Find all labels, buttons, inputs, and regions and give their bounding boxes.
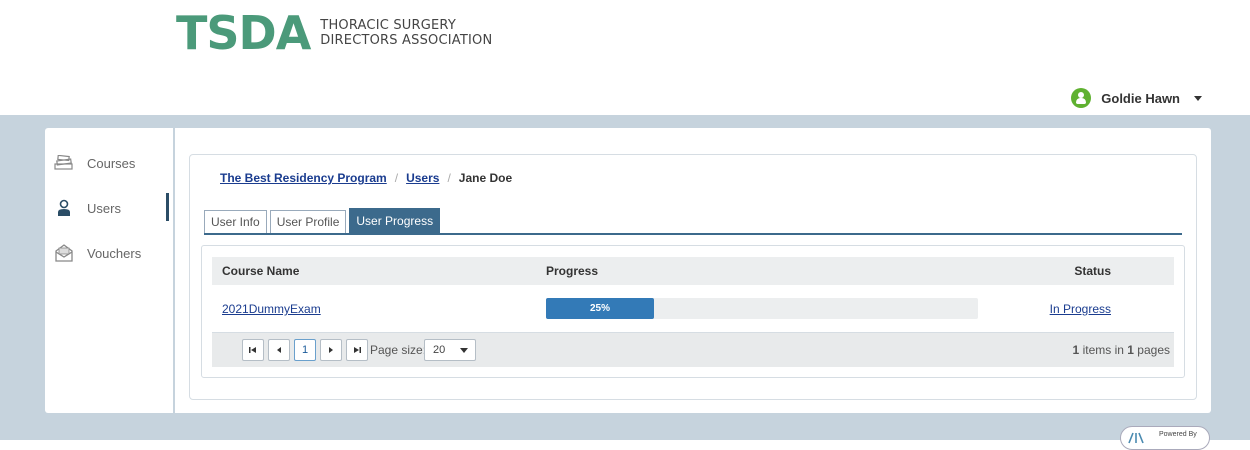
pager-info: 1 items in 1 pages xyxy=(1073,343,1170,357)
pager-item-count: 1 xyxy=(1072,343,1080,357)
pager-info-end: pages xyxy=(1137,343,1170,357)
user-avatar-icon xyxy=(1071,88,1092,108)
page-size-value: 20 xyxy=(433,344,446,356)
sidebar-item-label: Courses xyxy=(87,155,136,171)
table-row: 2021DummyExam 25% In Progress xyxy=(212,286,1174,331)
logo-subtitle-line1: THORACIC SURGERY xyxy=(320,18,456,33)
sidebar-item-label: Users xyxy=(87,200,121,216)
sidebar: Courses Users Vouchers xyxy=(45,128,173,413)
chevron-down-icon xyxy=(460,348,468,353)
progress-bar: 25% xyxy=(546,298,978,319)
sidebar-item-courses[interactable]: Courses xyxy=(45,148,173,178)
powered-by-logo-icon xyxy=(1128,432,1144,444)
user-menu[interactable]: Goldie Hawn xyxy=(1071,88,1202,108)
prev-page-button[interactable] xyxy=(268,339,290,361)
pager-info-mid: items in xyxy=(1082,343,1124,357)
logo-text: TSDA xyxy=(176,6,311,60)
page-size-label: Page size: xyxy=(370,343,427,357)
active-indicator xyxy=(166,193,169,221)
user-detail-card: The Best Residency Program / Users / Jan… xyxy=(189,154,1197,400)
first-page-button[interactable] xyxy=(242,339,264,361)
sidebar-item-users[interactable]: Users xyxy=(45,193,173,223)
chevron-down-icon xyxy=(1194,95,1202,101)
last-page-icon xyxy=(354,347,361,353)
next-page-button[interactable] xyxy=(320,339,342,361)
tab-underline xyxy=(204,233,1182,235)
logo-subtitle-line2: DIRECTORS ASSOCIATION xyxy=(320,33,493,48)
progress-fill: 25% xyxy=(546,298,654,319)
grid-header: Course Name Progress Status xyxy=(212,257,1174,285)
logo-subtitle: THORACIC SURGERY DIRECTORS ASSOCIATION xyxy=(320,18,492,48)
books-icon xyxy=(53,154,75,172)
voucher-envelope-icon xyxy=(53,244,75,262)
breadcrumb-program-link[interactable]: The Best Residency Program xyxy=(220,171,387,185)
course-link[interactable]: 2021DummyExam xyxy=(222,302,321,316)
next-page-icon xyxy=(329,347,333,353)
breadcrumb: The Best Residency Program / Users / Jan… xyxy=(220,171,512,185)
tab-bar: User Info User Profile User Progress xyxy=(204,207,443,233)
last-page-button[interactable] xyxy=(346,339,368,361)
breadcrumb-separator: / xyxy=(447,171,451,185)
column-header-course-name[interactable]: Course Name xyxy=(222,257,299,285)
sidebar-item-vouchers[interactable]: Vouchers xyxy=(45,238,173,268)
page-size-select[interactable]: 20 xyxy=(424,339,476,361)
prev-page-icon xyxy=(277,347,281,353)
column-header-status[interactable]: Status xyxy=(1074,257,1111,285)
user-icon xyxy=(53,199,75,217)
powered-by-text: Powered By xyxy=(1159,430,1197,438)
header: TSDA THORACIC SURGERY DIRECTORS ASSOCIAT… xyxy=(0,0,1250,115)
progress-grid: Course Name Progress Status 2021DummyExa… xyxy=(201,245,1185,378)
pager-page-count: 1 xyxy=(1127,343,1134,357)
pager: 1 Page size: 20 1 items in 1 pages xyxy=(212,332,1174,367)
tab-user-profile[interactable]: User Profile xyxy=(269,210,347,233)
status-link[interactable]: In Progress xyxy=(1050,302,1111,316)
first-page-icon xyxy=(249,347,256,353)
breadcrumb-separator: / xyxy=(394,171,399,185)
user-name: Goldie Hawn xyxy=(1101,90,1180,106)
tsda-logo[interactable]: TSDA THORACIC SURGERY DIRECTORS ASSOCIAT… xyxy=(176,10,492,56)
tab-user-progress[interactable]: User Progress xyxy=(349,208,441,233)
sidebar-item-label: Vouchers xyxy=(87,245,142,261)
column-header-progress[interactable]: Progress xyxy=(546,257,598,285)
powered-by-badge[interactable]: Powered By xyxy=(1120,426,1210,450)
breadcrumb-current: Jane Doe xyxy=(458,171,513,185)
main-panel: The Best Residency Program / Users / Jan… xyxy=(175,128,1211,413)
page-number-button[interactable]: 1 xyxy=(294,339,316,361)
breadcrumb-users-link[interactable]: Users xyxy=(406,171,439,185)
tab-user-info[interactable]: User Info xyxy=(204,210,267,233)
